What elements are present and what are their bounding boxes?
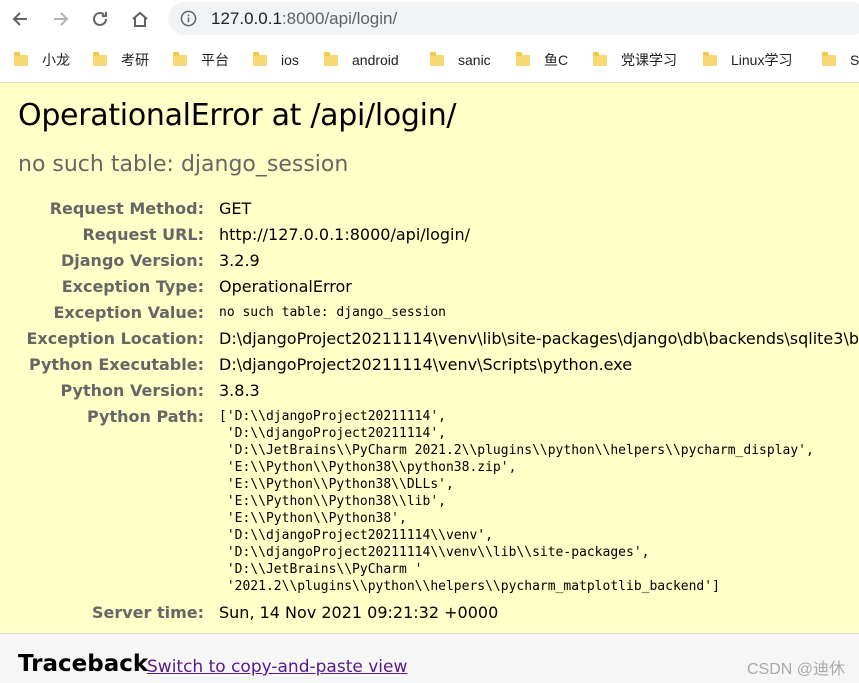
bookmark-label: S bbox=[850, 52, 859, 68]
browser-toolbar: 127.0.0.1:8000/api/login/ bbox=[0, 0, 859, 37]
forward-arrow-icon bbox=[54, 12, 69, 26]
bookmarks-bar: 小龙 考研 平台 ios android sanic 鱼C 党课学习 Linux… bbox=[0, 44, 859, 75]
meta-row: Server time: Sun, 14 Nov 2021 09:21:32 +0… bbox=[0, 601, 859, 627]
folder-icon bbox=[14, 51, 28, 66]
bookmark-label: ios bbox=[281, 52, 299, 68]
folder-icon bbox=[324, 51, 338, 66]
home-button[interactable] bbox=[127, 6, 153, 32]
bookmark-item[interactable]: sanic bbox=[430, 50, 491, 70]
url-host: 127.0.0.1 bbox=[211, 9, 282, 28]
meta-label: Python Executable: bbox=[28, 355, 204, 374]
bookmark-label: 小龙 bbox=[42, 52, 70, 68]
bookmark-item[interactable]: 考研 bbox=[93, 50, 149, 70]
bookmark-label: sanic bbox=[458, 52, 491, 68]
python-path-list: ['D:\\djangoProject20211114', 'D:\\djang… bbox=[219, 409, 814, 594]
back-arrow-icon bbox=[12, 12, 27, 26]
reload-button[interactable] bbox=[87, 6, 113, 32]
folder-icon bbox=[593, 51, 607, 66]
meta-row: Python Path: ['D:\\djangoProject20211114'… bbox=[0, 405, 859, 601]
forward-button[interactable] bbox=[48, 6, 74, 32]
meta-value: Sun, 14 Nov 2021 09:21:32 +0000 bbox=[219, 603, 499, 622]
meta-value: ['D:\\djangoProject20211114', 'D:\\djang… bbox=[212, 405, 859, 601]
meta-value: no such table: django_session bbox=[219, 305, 446, 320]
bookmark-item[interactable]: 小龙 bbox=[14, 50, 70, 70]
bookmark-label: Linux学习 bbox=[731, 52, 793, 68]
back-button[interactable] bbox=[7, 6, 33, 32]
meta-label: Request URL: bbox=[82, 225, 204, 244]
meta-row: Exception Location: D:\djangoProject20211… bbox=[0, 327, 859, 353]
page-title: OperationalError at /api/login/ bbox=[18, 98, 457, 133]
reload-icon bbox=[93, 11, 107, 26]
bookmark-item[interactable]: 党课学习 bbox=[593, 50, 677, 70]
bookmark-item[interactable]: ios bbox=[253, 50, 299, 70]
meta-value: GET bbox=[219, 199, 252, 218]
meta-table: Request Method: GET Request URL: http://12… bbox=[0, 197, 859, 627]
error-subtitle: no such table: django_session bbox=[18, 152, 349, 177]
bookmark-label: 平台 bbox=[201, 52, 229, 68]
meta-label: Django Version: bbox=[60, 251, 204, 270]
bookmark-item[interactable]: 鱼C bbox=[516, 50, 568, 70]
meta-value: http://127.0.0.1:8000/api/login/ bbox=[219, 225, 471, 244]
meta-row: Django Version: 3.2.9 bbox=[0, 249, 859, 275]
bookmark-label: 鱼C bbox=[544, 52, 569, 68]
info-icon[interactable] bbox=[180, 10, 197, 32]
bookmark-label: android bbox=[352, 52, 399, 68]
url-text[interactable]: 127.0.0.1:8000/api/login/ bbox=[211, 9, 397, 29]
folder-icon bbox=[430, 51, 444, 66]
bookmark-item[interactable]: S bbox=[822, 50, 859, 70]
watermark: CSDN @迪休 bbox=[746, 661, 845, 678]
meta-row: Request URL: http://127.0.0.1:8000/api/lo… bbox=[0, 223, 859, 249]
meta-value: 3.8.3 bbox=[219, 381, 260, 400]
bookmark-label: 考研 bbox=[121, 52, 149, 68]
folder-icon bbox=[253, 51, 267, 66]
url-path: :8000/api/login/ bbox=[281, 9, 398, 28]
meta-label: Exception Value: bbox=[53, 303, 204, 322]
meta-label: Python Version: bbox=[60, 381, 204, 400]
address-bar[interactable]: 127.0.0.1:8000/api/login/ bbox=[168, 2, 859, 35]
traceback-section: Traceback Switch to copy-and-paste view bbox=[0, 633, 859, 683]
meta-label: Python Path: bbox=[87, 407, 204, 426]
meta-row: Python Version: 3.8.3 bbox=[0, 379, 859, 405]
error-summary: OperationalError at /api/login/ no such … bbox=[0, 82, 859, 633]
meta-value: D:\djangoProject20211114\venv\lib\site-p… bbox=[219, 329, 859, 348]
meta-label: Exception Type: bbox=[61, 277, 204, 296]
meta-label: Exception Location: bbox=[26, 329, 204, 348]
meta-label: Server time: bbox=[91, 603, 204, 622]
folder-icon bbox=[173, 51, 187, 66]
bookmark-label: 党课学习 bbox=[621, 52, 677, 68]
bookmark-item[interactable]: android bbox=[324, 50, 399, 70]
folder-icon bbox=[703, 51, 717, 66]
folder-icon bbox=[822, 51, 836, 66]
meta-value: D:\djangoProject20211114\venv\Scripts\py… bbox=[219, 355, 633, 374]
folder-icon bbox=[516, 51, 530, 66]
copy-paste-view-link[interactable]: Switch to copy-and-paste view bbox=[147, 657, 407, 677]
bookmark-item[interactable]: Linux学习 bbox=[703, 50, 792, 70]
folder-icon bbox=[93, 51, 107, 66]
traceback-title: Traceback bbox=[18, 651, 149, 677]
meta-value: OperationalError bbox=[219, 277, 352, 296]
meta-row: Exception Type: OperationalError bbox=[0, 275, 859, 301]
meta-row: Exception Value: no such table: django_se… bbox=[0, 301, 859, 327]
meta-row: Request Method: GET bbox=[0, 197, 859, 223]
meta-row: Python Executable: D:\djangoProject202111… bbox=[0, 353, 859, 379]
home-icon bbox=[132, 11, 148, 27]
meta-value: 3.2.9 bbox=[219, 251, 260, 270]
bookmark-item[interactable]: 平台 bbox=[173, 50, 229, 70]
meta-label: Request Method: bbox=[49, 199, 204, 218]
